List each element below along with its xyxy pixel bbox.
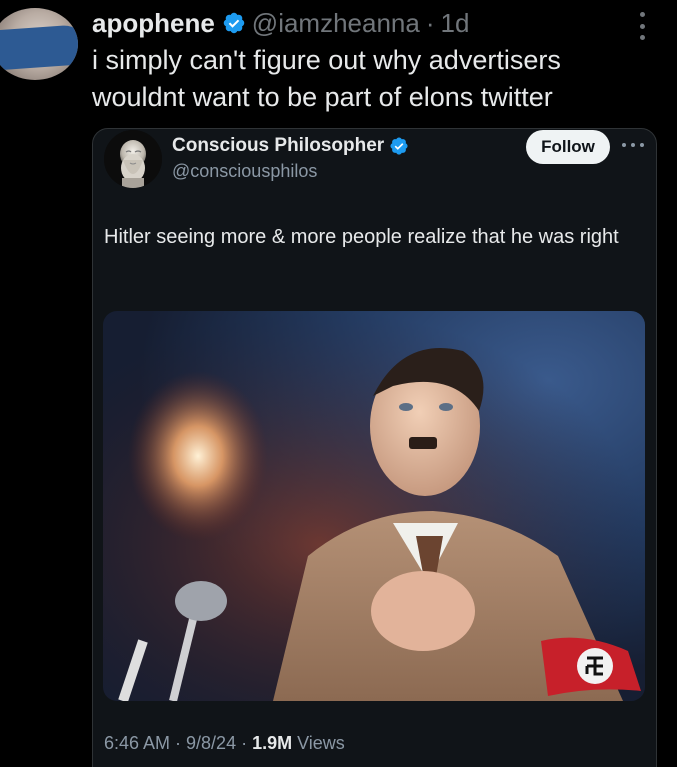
author-avatar[interactable] [0,8,78,80]
quoted-tweet-meta: 6:46 AM · 9/8/24 · 1.9M Views [104,733,345,754]
views-count: 1.9M [252,733,293,753]
quoted-author-avatar[interactable] [104,130,162,188]
quoted-author-display-name[interactable]: Conscious Philosopher [172,135,384,157]
verified-badge-icon [222,11,246,35]
quoted-author-handle[interactable]: @consciousphilos [172,161,317,182]
author-display-name[interactable]: apophene [92,8,215,39]
tweet-header: apophene @iamzheanna · 1d [92,6,469,40]
header-separator: · [425,7,435,38]
quoted-tweet-timestamp[interactable]: 6:46 AM · 9/8/24 · [104,733,252,753]
redaction-mark [0,24,78,72]
more-vertical-icon[interactable] [636,12,648,40]
speaker-photo [103,311,645,701]
quoted-author-name-row: Conscious Philosopher [172,135,409,157]
verified-badge-icon [389,136,409,156]
tweet-time[interactable]: 1d [441,8,470,39]
more-horizontal-icon[interactable] [622,142,644,148]
author-handle[interactable]: @iamzheanna [252,8,420,39]
bust-avatar-image [104,130,162,188]
tweet-page: apophene @iamzheanna · 1d i simply can't… [0,0,677,767]
views-label: Views [292,733,345,753]
quoted-tweet-text: Hitler seeing more & more people realize… [104,226,619,248]
tweet-media-image[interactable] [103,311,645,701]
follow-button[interactable]: Follow [526,130,610,164]
tweet-text: i simply can't figure out why advertiser… [92,45,561,112]
